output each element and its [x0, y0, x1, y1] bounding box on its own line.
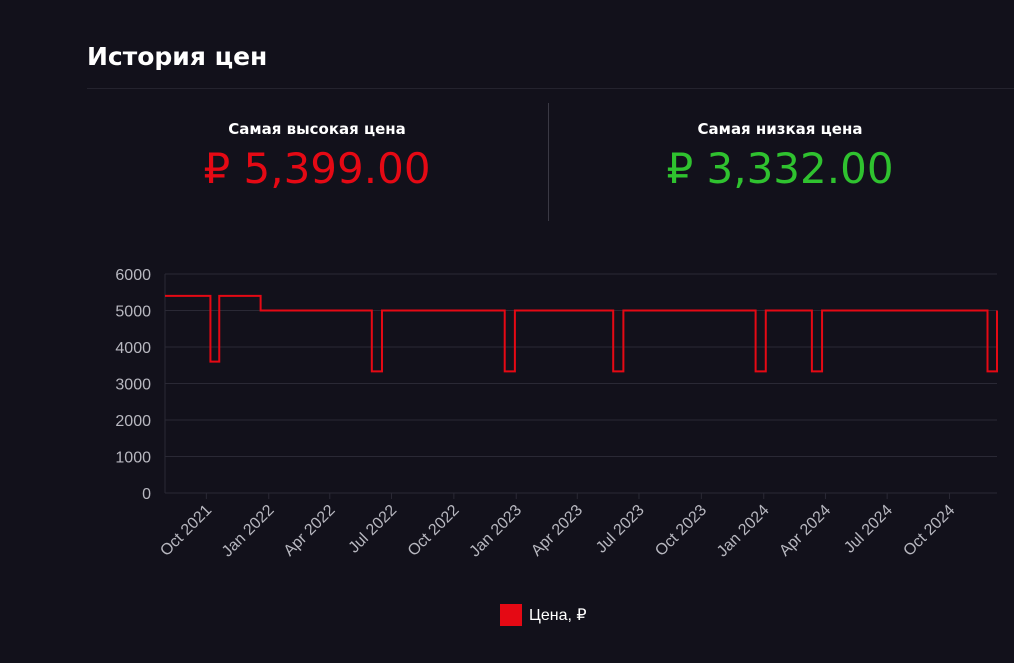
chart-legend[interactable]: Цена, ₽	[500, 604, 587, 626]
legend-swatch	[500, 604, 522, 626]
y-tick-label: 0	[142, 486, 151, 503]
x-tick-label: Jul 2022	[346, 502, 401, 557]
y-tick-label: 2000	[115, 413, 151, 430]
price-history-chart: 0100020003000400050006000 Oct 2021 Jan 20…	[115, 267, 998, 561]
x-tick-label: Jan 2022	[219, 502, 278, 561]
y-tick-label: 5000	[115, 304, 151, 321]
legend-label: Цена, ₽	[529, 607, 587, 624]
x-tick-label: Jul 2024	[841, 502, 896, 557]
x-tick-label: Jan 2023	[466, 502, 525, 561]
price-series-line	[165, 294, 998, 373]
x-tick-label: Oct 2021	[157, 502, 215, 560]
y-tick-label: 4000	[115, 340, 151, 357]
x-tick-label: Oct 2022	[405, 502, 463, 560]
x-tick-label: Oct 2024	[900, 502, 958, 560]
y-tick-label: 3000	[115, 377, 151, 394]
y-tick-label: 6000	[115, 267, 151, 284]
x-tick-label: Apr 2023	[528, 502, 586, 560]
y-tick-label: 1000	[115, 450, 151, 467]
x-tick-label: Oct 2023	[652, 502, 710, 560]
x-tick-label: Jul 2023	[593, 502, 648, 557]
x-tick-label: Jan 2024	[714, 502, 773, 561]
x-tick-label: Apr 2022	[281, 502, 339, 560]
x-tick-label: Apr 2024	[776, 502, 834, 560]
